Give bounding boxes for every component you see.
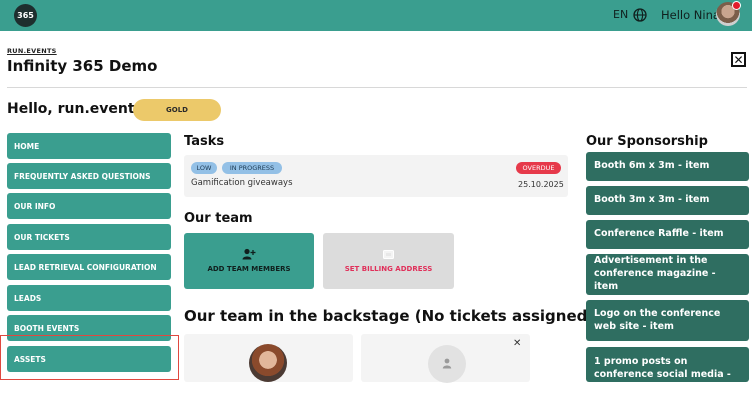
nav-item-our-tickets[interactable]: OUR TICKETS — [7, 224, 171, 250]
set-billing-address-button[interactable]: SET BILLING ADDRESS — [323, 233, 454, 289]
priority-badge: LOW — [191, 162, 217, 174]
status-badge: IN PROGRESS — [222, 162, 282, 174]
placeholder-avatar — [428, 345, 466, 383]
sponsorship-item[interactable]: Booth 3m x 3m - item — [586, 186, 749, 215]
nav-item-faq[interactable]: FREQUENTLY ASKED QUESTIONS — [7, 163, 171, 189]
header-divider — [7, 87, 747, 88]
nav-item-home[interactable]: HOME — [7, 133, 171, 159]
sponsorship-item[interactable]: Advertisement in the conference magazine… — [586, 254, 749, 295]
close-button[interactable]: ✕ — [731, 52, 746, 67]
assets-highlight-outline — [0, 335, 179, 380]
language-selector[interactable]: EN — [613, 8, 628, 21]
add-team-members-label: ADD TEAM MEMBERS — [207, 265, 291, 273]
remove-member-icon[interactable]: ✕ — [513, 338, 521, 349]
team-heading: Our team — [184, 211, 253, 226]
nav-item-lead-retrieval-configuration[interactable]: LEAD RETRIEVAL CONFIGURATION — [7, 254, 171, 280]
sponsorship-item[interactable]: Booth 6m x 3m - item — [586, 152, 749, 181]
backstage-heading: Our team in the backstage (No tickets as… — [184, 307, 595, 325]
sponsorship-item[interactable]: Conference Raffle - item — [586, 220, 749, 249]
globe-icon[interactable] — [633, 8, 647, 22]
add-user-icon — [242, 248, 256, 260]
notification-dot — [732, 1, 741, 10]
nav-item-leads[interactable]: LEADS — [7, 285, 171, 311]
close-icon: ✕ — [733, 52, 744, 67]
task-name: Gamification giveaways — [191, 178, 293, 188]
team-member-card-empty[interactable]: ✕ — [361, 334, 530, 383]
nav-item-our-info[interactable]: OUR INFO — [7, 193, 171, 219]
task-card[interactable]: LOW IN PROGRESS OVERDUE Gamification giv… — [184, 155, 568, 197]
add-team-members-button[interactable]: ADD TEAM MEMBERS — [184, 233, 314, 289]
tier-badge: GOLD — [133, 99, 221, 121]
organization-link[interactable]: RUN.EVENTS — [7, 47, 57, 55]
app-logo[interactable]: 365 — [14, 4, 37, 27]
billing-card-icon — [383, 250, 394, 259]
top-bar: 365 EN Hello Nina — [0, 0, 752, 31]
task-due-date: 25.10.2025 — [518, 180, 564, 189]
overdue-badge: OVERDUE — [516, 162, 561, 174]
person-icon — [442, 358, 452, 369]
sponsorship-item[interactable]: 1 promo posts on conference social media… — [586, 347, 749, 393]
member-avatar — [249, 344, 287, 382]
page-title: Infinity 365 Demo — [7, 57, 158, 75]
user-greeting: Hello Nina — [661, 8, 720, 22]
team-member-card[interactable] — [184, 334, 353, 382]
tasks-heading: Tasks — [184, 134, 225, 149]
sponsorship-heading: Our Sponsorship — [586, 134, 708, 149]
sponsorship-item[interactable]: Logo on the conference web site - item — [586, 300, 749, 341]
set-billing-address-label: SET BILLING ADDRESS — [344, 265, 433, 273]
